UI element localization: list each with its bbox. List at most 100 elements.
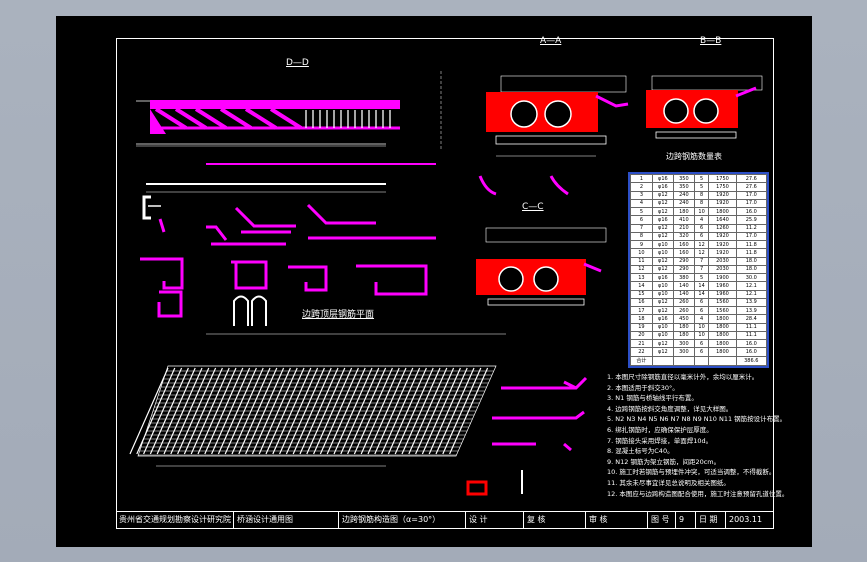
- title-block-no-value: 9: [676, 512, 696, 528]
- table-cell: 8: [693, 190, 710, 200]
- table-cell: 450: [672, 314, 695, 324]
- table-cell: φ12: [651, 190, 674, 200]
- table-cell: 320: [672, 231, 695, 242]
- table-cell: 1560: [708, 297, 737, 308]
- table-cell: 4: [693, 215, 710, 225]
- note-line: 3. N1 钢筋与桥轴线平行布置。: [607, 394, 698, 403]
- table-cell: 12: [630, 264, 653, 275]
- table-row: 5 φ12 180 10 1800 16.0: [630, 206, 768, 217]
- table-cell: φ12: [651, 264, 674, 275]
- table-cell: 12.1: [735, 281, 768, 291]
- table-cell: 22: [630, 347, 653, 357]
- table-cell: 27.6: [735, 173, 768, 184]
- table-cell: 1800: [708, 314, 737, 324]
- table-cell: 240: [672, 190, 695, 200]
- table-cell: φ12: [651, 198, 674, 209]
- table-cell: 1960: [708, 281, 737, 291]
- note-line: 7. 钢筋接头采用焊接，单面焊10d。: [607, 436, 713, 445]
- note-line: 4. 边跨钢筋按斜交角度调整，详见大样图。: [607, 404, 733, 413]
- table-cell: φ12: [651, 231, 674, 242]
- table-cell: 1800: [708, 322, 737, 332]
- table-cell: 300: [672, 338, 695, 349]
- table-cell: 10: [693, 322, 710, 332]
- table-cell: φ12: [651, 305, 674, 316]
- table-cell: 6: [693, 231, 710, 242]
- table-cell: 12.1: [735, 289, 768, 299]
- table-cell: 11.8: [735, 248, 768, 258]
- table-cell: φ10: [651, 289, 674, 299]
- table-cell: [693, 355, 710, 366]
- table-cell: 12: [693, 239, 710, 250]
- note-line: 9. N12 钢筋为架立钢筋，间距20cm。: [607, 457, 721, 466]
- table-cell: 210: [672, 223, 695, 233]
- table-row: 19 φ10 180 10 1800 11.1: [630, 322, 768, 332]
- table-cell: φ16: [651, 272, 674, 283]
- table-cell: φ12: [651, 347, 674, 357]
- table-cell: 12: [693, 248, 710, 258]
- table-cell: 21: [630, 338, 653, 349]
- table-row: 22 φ12 300 6 1800 16.0: [630, 347, 768, 357]
- table-cell: 11.8: [735, 239, 768, 250]
- cad-viewport[interactable]: D—D A—A B—B C—C 边跨顶层钢筋平面 边跨钢筋数量表 1 φ16 350…: [0, 0, 867, 562]
- note-line: 12. 本图应与边跨构造图配合使用，施工时注意预留孔道位置。: [607, 489, 789, 498]
- table-cell: 1800: [708, 338, 737, 349]
- table-cell: 17.0: [735, 231, 768, 242]
- note-line: 5. N2 N3 N4 N5 N6 N7 N8 N9 N10 N11 钢筋按设计…: [607, 415, 787, 424]
- table-cell: 7: [630, 223, 653, 233]
- table-cell: 11: [630, 256, 653, 266]
- table-cell: 5: [693, 272, 710, 283]
- table-cell: 1800: [708, 206, 737, 217]
- table-cell: 18.0: [735, 256, 768, 266]
- note-line: 8. 混凝土标号为C40。: [607, 447, 674, 456]
- table-cell: φ10: [651, 322, 674, 332]
- table-cell: 20: [630, 330, 653, 341]
- table-cell: 1640: [708, 215, 737, 225]
- table-cell: 11.1: [735, 322, 768, 332]
- table-cell: 17.0: [735, 198, 768, 209]
- table-cell: 1920: [708, 190, 737, 200]
- table-cell: 6: [693, 347, 710, 357]
- table-cell: 2: [630, 182, 653, 192]
- table-cell: 180: [672, 206, 695, 217]
- table-cell: 2030: [708, 256, 737, 266]
- table-cell: 18: [630, 314, 653, 324]
- table-row: 14 φ10 140 14 1960 12.1: [630, 281, 768, 291]
- table-cell: 6: [693, 305, 710, 316]
- table-cell: 25.9: [735, 215, 768, 225]
- table-cell: 5: [693, 173, 710, 184]
- table-row: 13 φ16 380 5 1900 30.0: [630, 272, 768, 283]
- table-cell: 6: [630, 215, 653, 225]
- table-cell: φ16: [651, 182, 674, 192]
- table-cell: 4: [630, 198, 653, 209]
- note-line: 1. 本图尺寸除钢筋直径以毫米计外，余均以厘米计。: [607, 373, 759, 381]
- table-cell: 30.0: [735, 272, 768, 283]
- rebar-quantity-table: 1 φ16 350 5 1750 27.6 2 φ16 350 5 1750 27.6 3 φ12 240 8…: [628, 172, 769, 368]
- table-cell: 6: [693, 297, 710, 308]
- table-cell: 350: [672, 173, 695, 184]
- table-cell: 11.2: [735, 223, 768, 233]
- table-cell: φ10: [651, 330, 674, 341]
- table-row: 15 φ10 140 14 1960 12.1: [630, 289, 768, 299]
- table-cell: 18.0: [735, 264, 768, 275]
- table-cell: 13: [630, 272, 653, 283]
- table-cell: 5: [630, 206, 653, 217]
- title-block-no-label: 图 号: [648, 512, 676, 528]
- table-cell: 7: [693, 264, 710, 275]
- table-row: 9 φ10 160 12 1920 11.8: [630, 239, 768, 250]
- table-row: 4 φ12 240 8 1920 17.0: [630, 198, 768, 209]
- table-row: 17 φ12 260 6 1560 13.9: [630, 305, 768, 316]
- table-row: 合计 386.6: [630, 355, 768, 366]
- table-cell: φ12: [651, 297, 674, 308]
- table-cell: 1750: [708, 182, 737, 192]
- table-cell: φ12: [651, 256, 674, 266]
- table-row: 12 φ12 290 7 2030 18.0: [630, 264, 768, 275]
- table-cell: 28.4: [735, 314, 768, 324]
- table-cell: 1960: [708, 289, 737, 299]
- table-row: 10 φ10 160 12 1920 11.8: [630, 248, 768, 258]
- table-cell: 8: [630, 231, 653, 242]
- table-cell: 合计: [630, 355, 653, 366]
- table-cell: φ16: [651, 173, 674, 184]
- table-cell: 10: [693, 206, 710, 217]
- design-notes: 1. 本图尺寸除钢筋直径以毫米计外，余均以厘米计。 2. 本图适用于斜交30°。 3…: [607, 372, 789, 499]
- table-row: 21 φ12 300 6 1800 16.0: [630, 338, 768, 349]
